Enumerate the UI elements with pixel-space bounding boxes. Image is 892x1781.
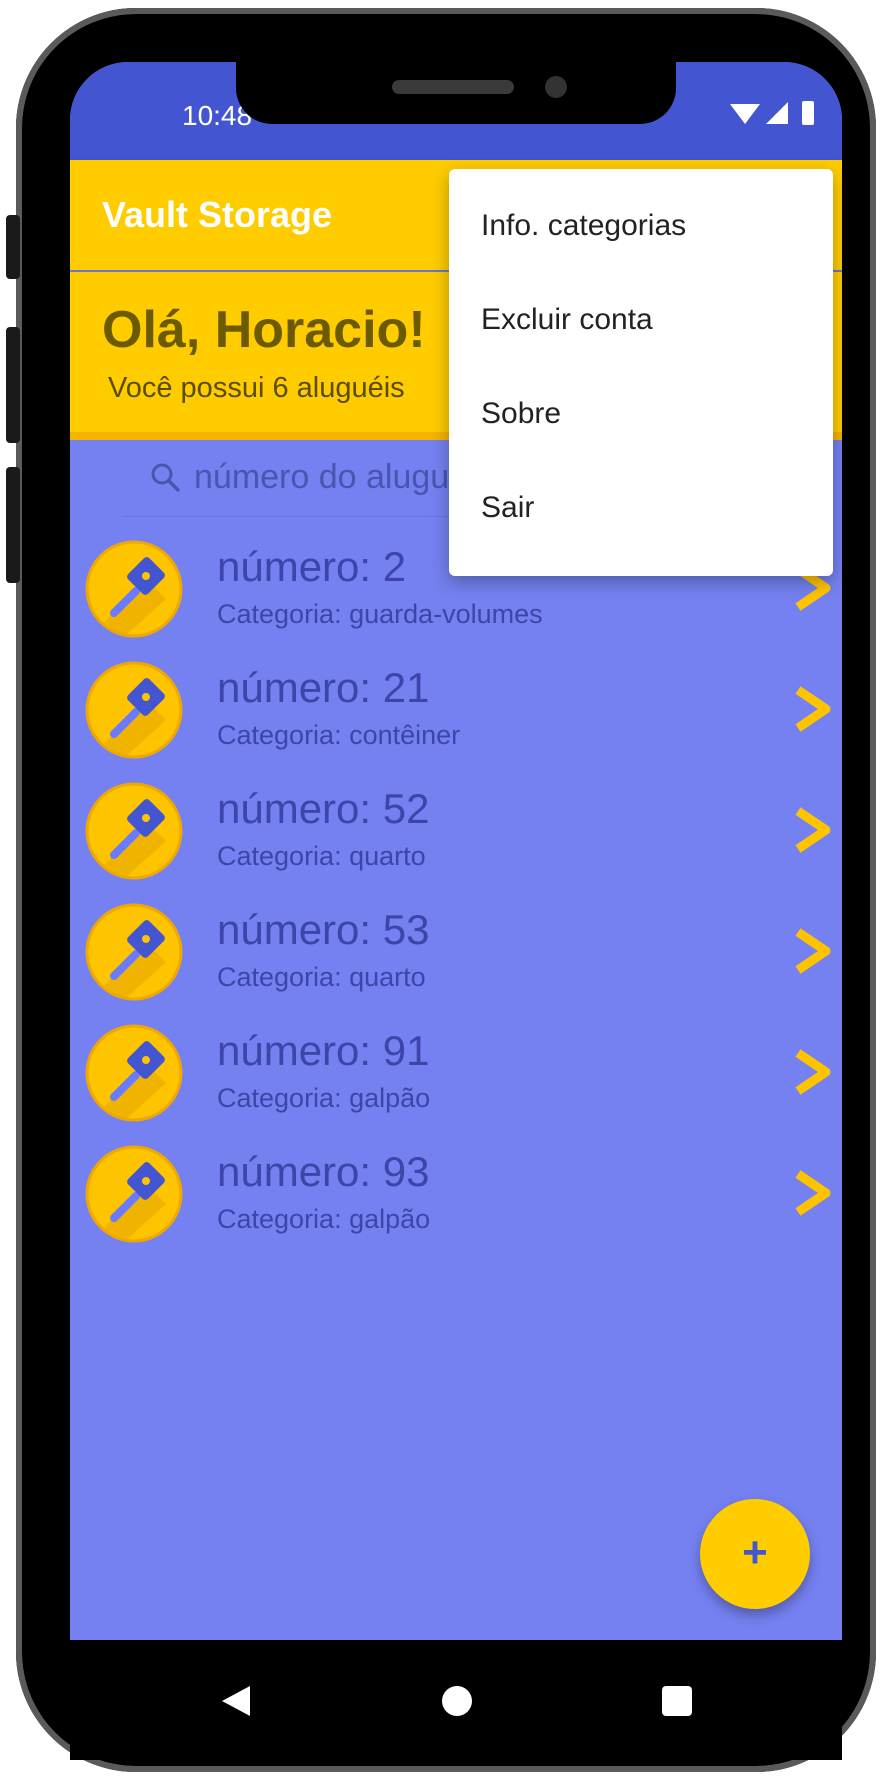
- camera-notch: [236, 62, 676, 124]
- key-icon: [85, 1145, 183, 1243]
- key-icon: [85, 1024, 183, 1122]
- rental-list-item[interactable]: número: 53 Categoria: quarto: [70, 900, 842, 1038]
- rental-number: número: 2: [217, 543, 407, 590]
- menu-item-about[interactable]: Sobre: [481, 397, 561, 431]
- status-bar: 10:48: [70, 62, 842, 160]
- chevron-right-icon: [795, 1049, 831, 1095]
- key-icon: [85, 782, 183, 880]
- rental-category: Categoria: quarto: [217, 841, 426, 871]
- wifi-icon: [730, 104, 760, 124]
- menu-item-delete-account[interactable]: Excluir conta: [481, 303, 653, 337]
- system-nav-bar: [70, 1640, 842, 1760]
- battery-icon: [802, 101, 814, 125]
- search-icon: [151, 463, 180, 492]
- rental-list-item[interactable]: número: 91 Categoria: galpão: [70, 1021, 842, 1159]
- chevron-right-icon: [795, 1170, 831, 1216]
- rental-category: Categoria: contêiner: [217, 720, 461, 750]
- signal-icon: [766, 102, 788, 124]
- front-camera: [545, 76, 567, 98]
- status-icons: [730, 101, 814, 125]
- rental-number: número: 53: [217, 906, 430, 953]
- key-icon: [85, 540, 183, 638]
- app-title: Vault Storage: [102, 194, 333, 235]
- key-icon: [85, 661, 183, 759]
- greeting-title: Olá, Horacio!: [102, 301, 426, 359]
- rental-number: número: 21: [217, 664, 430, 711]
- back-icon[interactable]: [220, 1684, 252, 1718]
- speaker: [392, 80, 514, 94]
- chevron-right-icon: [795, 928, 831, 974]
- side-button: [6, 215, 20, 279]
- volume-down-button: [6, 467, 20, 583]
- recents-icon[interactable]: [662, 1686, 692, 1716]
- rental-number: número: 91: [217, 1027, 430, 1074]
- chevron-right-icon: [795, 686, 831, 732]
- rental-category: Categoria: galpão: [217, 1204, 431, 1234]
- rental-category: Categoria: guarda-volumes: [217, 599, 543, 629]
- add-rental-button[interactable]: +: [700, 1499, 810, 1609]
- chevron-right-icon: [795, 807, 831, 853]
- rental-count-subtitle: Você possui 6 aluguéis: [108, 372, 405, 404]
- menu-item-info-categories[interactable]: Info. categorias: [481, 209, 686, 243]
- rental-list-item[interactable]: número: 52 Categoria: quarto: [70, 779, 842, 917]
- home-icon[interactable]: [442, 1686, 472, 1716]
- rental-list-item[interactable]: número: 21 Categoria: contêiner: [70, 658, 842, 796]
- rental-list-item[interactable]: número: 93 Categoria: galpão: [70, 1142, 842, 1280]
- search-input[interactable]: número do aluguel: [194, 458, 476, 497]
- rental-number: número: 93: [217, 1148, 430, 1195]
- overflow-menu: Info. categorias Excluir conta Sobre Sai…: [449, 169, 833, 576]
- key-icon: [85, 903, 183, 1001]
- menu-item-logout[interactable]: Sair: [481, 491, 534, 525]
- volume-up-button: [6, 327, 20, 443]
- rental-category: Categoria: galpão: [217, 1083, 431, 1113]
- rental-number: número: 52: [217, 785, 430, 832]
- rental-category: Categoria: quarto: [217, 962, 426, 992]
